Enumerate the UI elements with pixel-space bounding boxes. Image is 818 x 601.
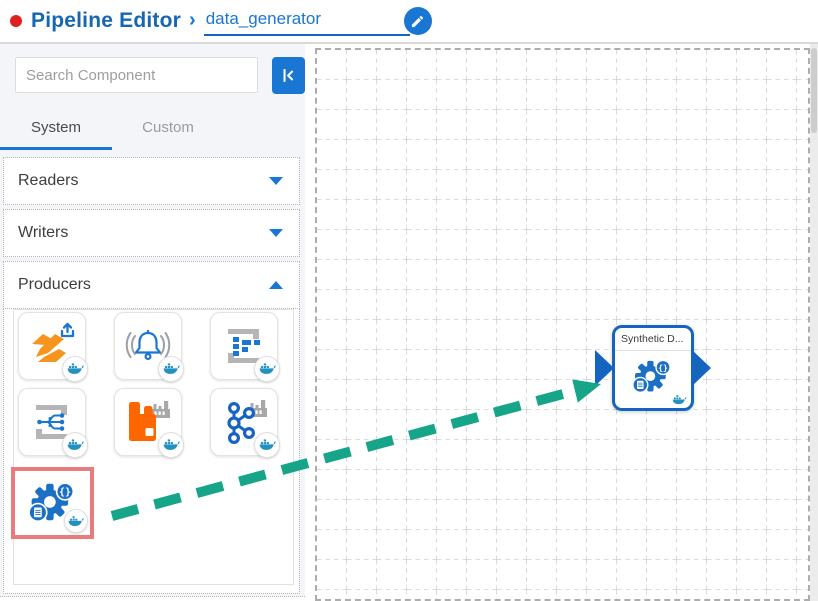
section-writers-label: Writers (18, 224, 69, 241)
component-stream[interactable] (18, 388, 88, 458)
docker-whale-icon (64, 509, 88, 533)
tab-custom[interactable]: Custom (112, 104, 224, 150)
component-kafka[interactable] (210, 388, 280, 458)
status-dot (10, 15, 22, 27)
edit-pipeline-name-button[interactable] (403, 7, 432, 35)
pencil-icon (410, 14, 425, 29)
chevron-up-icon (269, 281, 283, 289)
pipeline-name-input[interactable] (203, 6, 410, 36)
section-readers-label: Readers (18, 172, 79, 189)
synthetic-data-generator-icon: {} (632, 356, 674, 398)
component-structured-output[interactable] (210, 312, 280, 382)
pipeline-canvas[interactable]: Synthetic D... {} (315, 48, 810, 601)
section-readers[interactable]: Readers (3, 157, 300, 205)
docker-whale-icon (62, 432, 88, 458)
app-header: Pipeline Editor › (0, 0, 818, 44)
node-title: Synthetic D... (615, 328, 691, 351)
node-input-port[interactable] (595, 350, 614, 386)
node-output-port[interactable] (692, 350, 711, 386)
breadcrumb-chevron-icon: › (189, 8, 196, 31)
section-producers-label: Producers (18, 276, 91, 293)
component-synthetic-data-generator[interactable]: {} (15, 471, 90, 535)
component-sidebar: System Custom Readers Writers Producers (0, 44, 305, 597)
svg-text:{}: {} (658, 362, 668, 372)
canvas-grid (317, 50, 808, 599)
search-input[interactable] (15, 57, 258, 93)
docker-whale-icon (62, 356, 88, 382)
producers-component-grid: {} (11, 309, 294, 585)
docker-whale-icon (254, 432, 280, 458)
json-braces-badge: {} (55, 482, 74, 501)
chevron-down-icon (269, 177, 283, 185)
node-synthetic-data-generator[interactable]: Synthetic D... {} (595, 325, 711, 411)
component-rabbitmq[interactable] (114, 388, 184, 458)
selected-component-highlight: {} (11, 467, 94, 539)
tab-system[interactable]: System (0, 104, 112, 150)
docker-whale-icon (672, 395, 687, 405)
docker-whale-icon (158, 356, 184, 382)
document-badge (27, 502, 48, 523)
active-tab-indicator (0, 147, 112, 150)
section-writers[interactable]: Writers (3, 209, 300, 257)
page-title: Pipeline Editor (31, 9, 182, 32)
section-producers[interactable]: Producers (3, 261, 300, 309)
collapse-panel-left-icon (279, 66, 298, 85)
component-data-publisher[interactable] (18, 312, 88, 382)
docker-whale-icon (254, 356, 280, 382)
chevron-down-icon (269, 229, 283, 237)
vertical-scrollbar[interactable] (810, 44, 818, 601)
svg-text:{}: {} (59, 487, 71, 498)
scrollbar-thumb[interactable] (811, 48, 817, 133)
collapse-sidebar-button[interactable] (272, 57, 305, 94)
component-alert[interactable] (114, 312, 184, 382)
producers-panel: {} (3, 309, 300, 594)
docker-whale-icon (158, 432, 184, 458)
